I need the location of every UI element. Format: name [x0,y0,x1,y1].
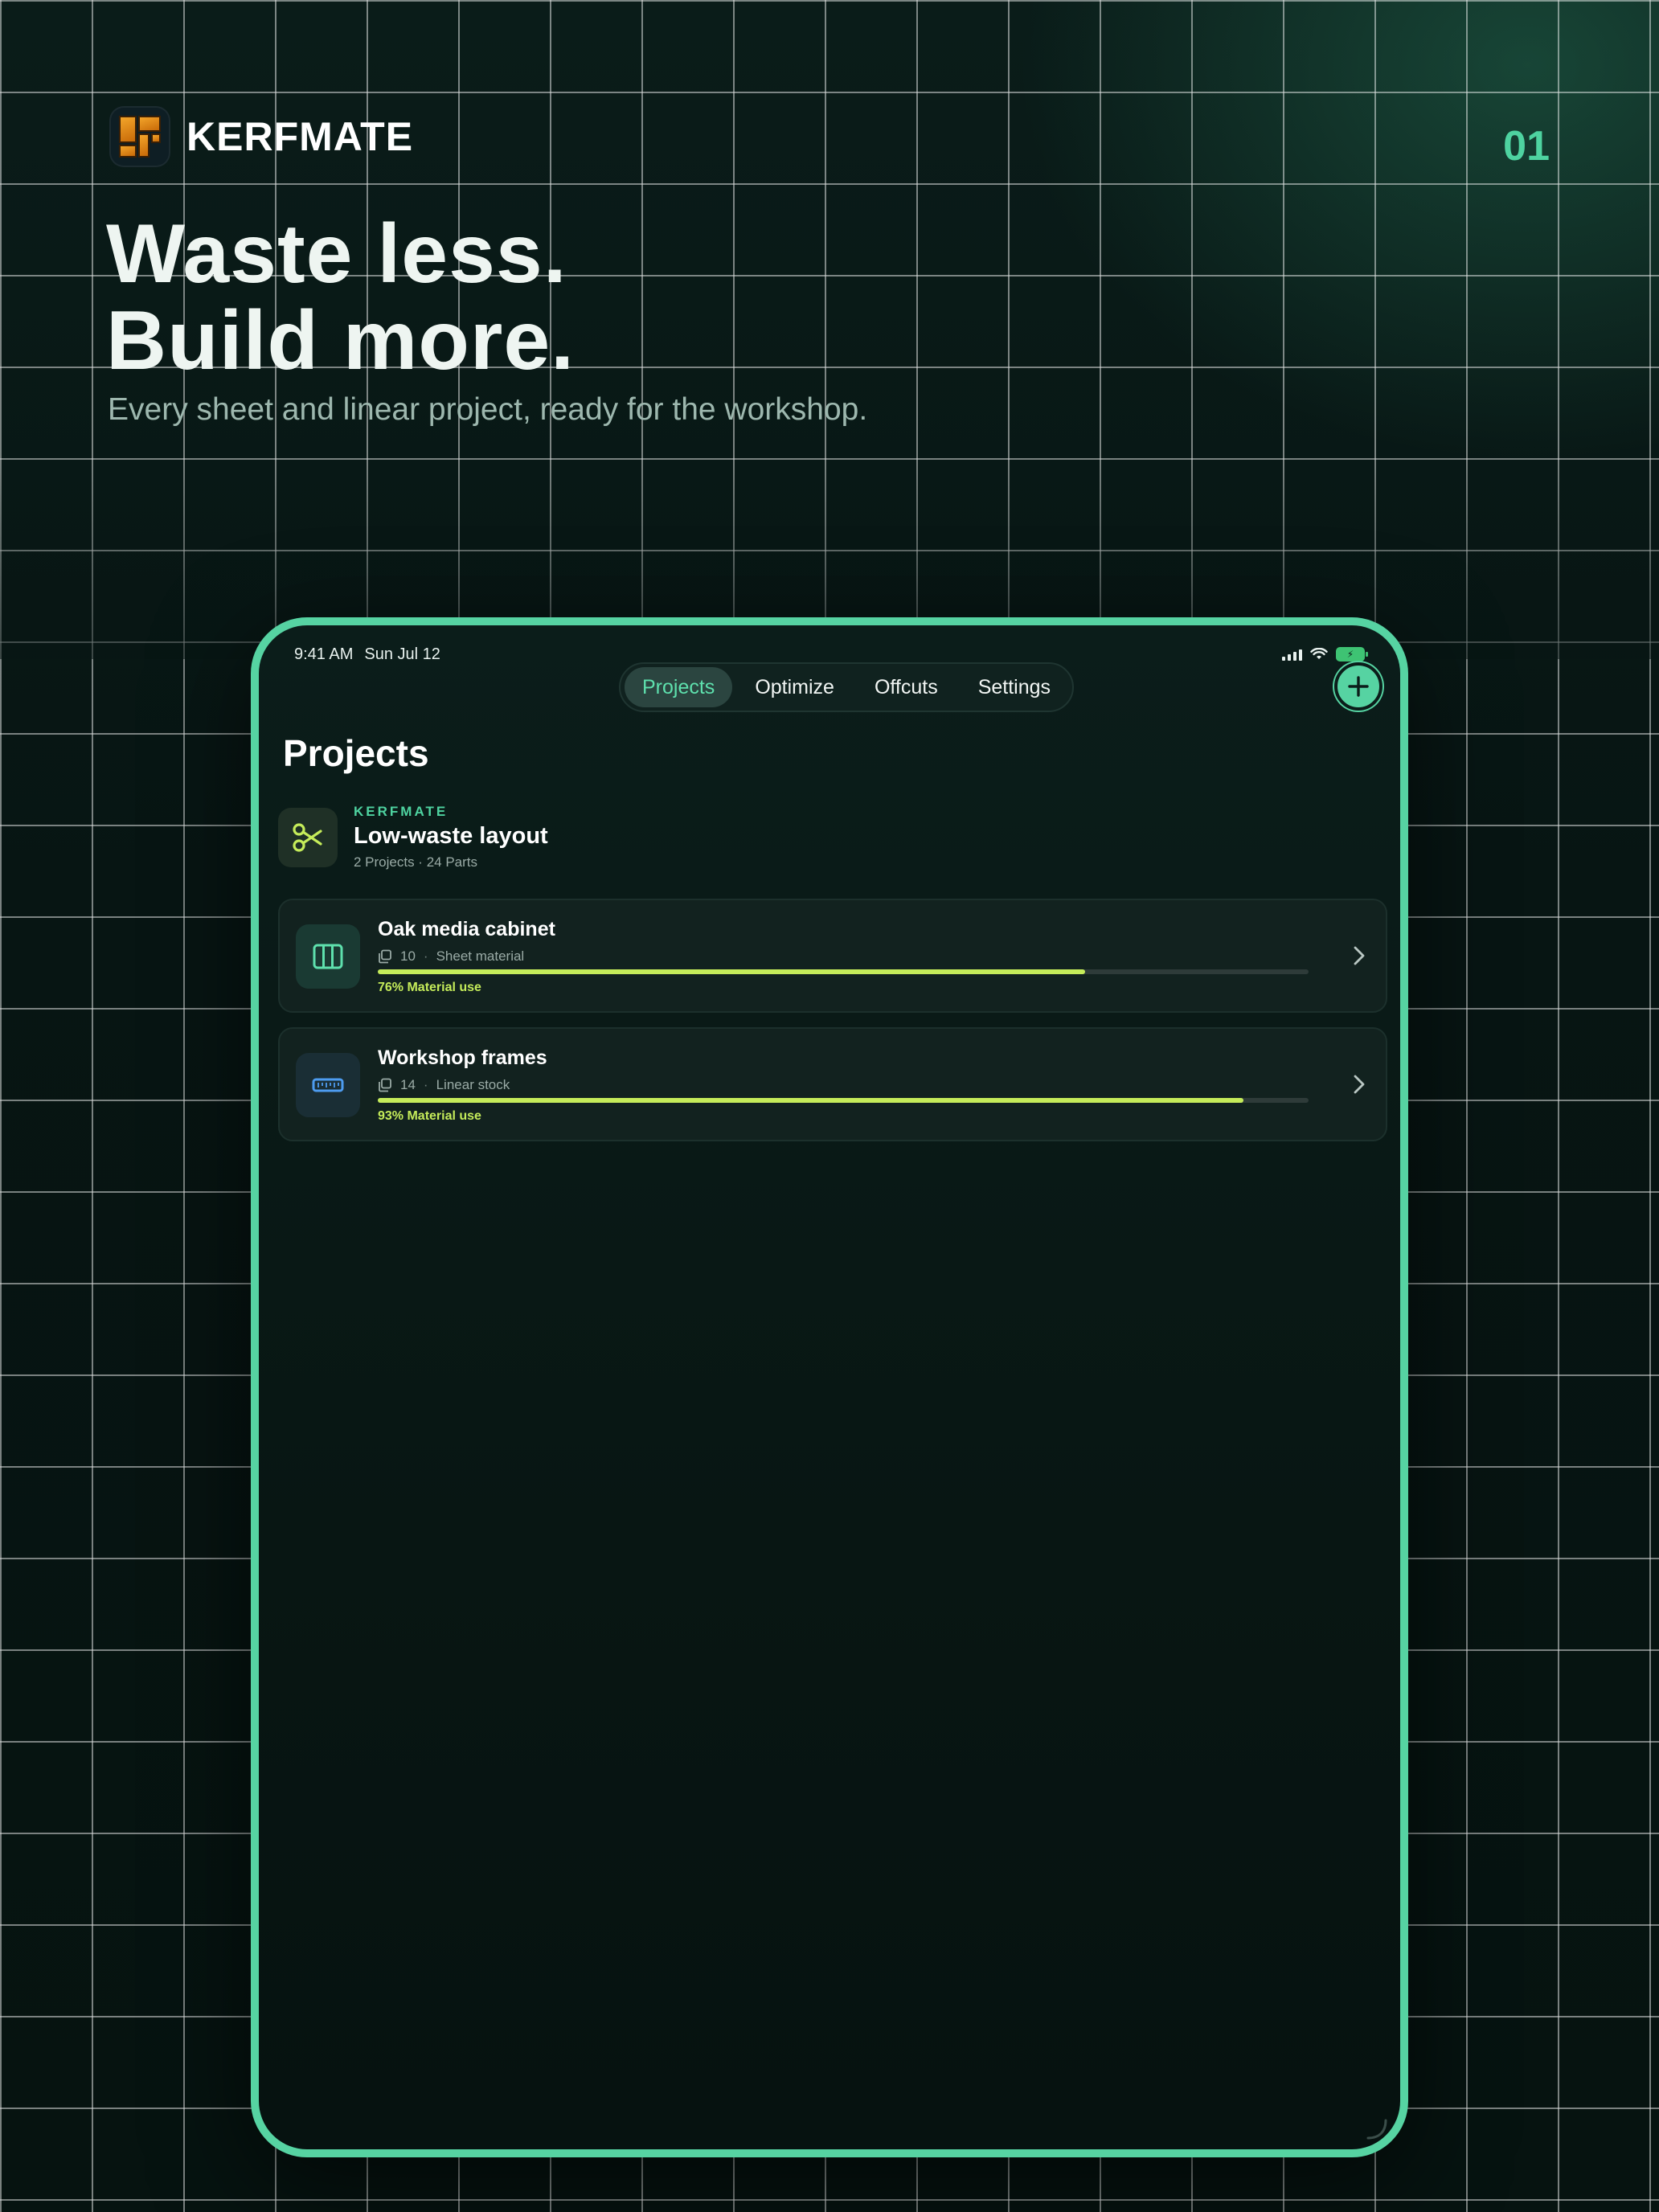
tab-offcuts[interactable]: Offcuts [857,667,956,707]
material-usage-fill [378,969,1086,974]
tablet-device: 9:41 AM Sun Jul 12 ⚡ Projects Optimize Of… [251,617,1408,2157]
material-usage-fill [378,1098,1243,1103]
tab-optimize[interactable]: Optimize [737,667,852,707]
sheet-layout-icon [296,924,360,989]
project-parts-count: 10 [400,948,416,964]
parts-copy-icon [379,1078,391,1092]
material-usage-label: 76% Material use [378,981,481,994]
add-project-button[interactable] [1334,662,1382,711]
project-material: Linear stock [436,1077,510,1092]
summary-eyebrow: KERFMATE [354,804,449,819]
wifi-icon [1310,648,1328,659]
summary-title: Low-waste layout [354,823,548,849]
plus-icon [1348,676,1369,697]
meta-separator: · [423,1077,428,1092]
material-usage-bar [378,969,1309,974]
chevron-right-icon [1354,1075,1365,1094]
status-time: 9:41 AM [294,645,354,663]
project-meta: 10 · Sheet material [378,948,524,965]
project-parts-count: 14 [400,1077,416,1092]
headline-line-1: Waste less. [106,207,567,301]
scroll-corner-glyph [1366,2119,1387,2140]
chevron-right-icon [1354,946,1365,965]
tab-projects[interactable]: Projects [625,667,733,707]
parts-copy-icon [379,949,391,964]
headline: Waste less. Build more. [106,211,575,384]
scissors-icon [278,807,338,867]
page-title: Projects [283,732,429,774]
subline: Every sheet and linear project, ready fo… [108,392,868,427]
project-name: Workshop frames [378,1047,547,1069]
app-logo-icon [109,106,170,167]
status-indicators: ⚡ [1282,647,1368,662]
cellular-signal-icon [1282,648,1302,661]
project-name: Oak media cabinet [378,918,555,940]
tab-bar: Projects Optimize Offcuts Settings [619,662,1075,712]
meta-separator: · [423,948,428,964]
projects-summary: KERFMATE Low-waste layout 2 Projects · 2… [278,804,548,870]
battery-charging-icon: ⚡ [1336,647,1368,662]
brand-name: KERFMATE [186,114,414,159]
material-usage-label: 93% Material use [378,1109,481,1123]
page-number: 01 [1503,123,1550,170]
brand-header: KERFMATE [109,106,413,167]
project-meta: 14 · Linear stock [378,1077,510,1093]
tab-settings[interactable]: Settings [961,667,1068,707]
status-time-date: 9:41 AM Sun Jul 12 [294,645,452,664]
summary-meta: 2 Projects · 24 Parts [354,854,478,870]
project-material: Sheet material [436,948,525,964]
ruler-icon [296,1053,360,1117]
material-usage-bar [378,1098,1309,1103]
project-card-workshop-frames[interactable]: Workshop frames 14 · Linear stock 93% Ma… [278,1027,1387,1141]
status-date: Sun Jul 12 [364,645,440,663]
headline-line-2: Build more. [106,294,576,387]
project-card-oak-media-cabinet[interactable]: Oak media cabinet 10 · Sheet material 76… [278,899,1387,1013]
